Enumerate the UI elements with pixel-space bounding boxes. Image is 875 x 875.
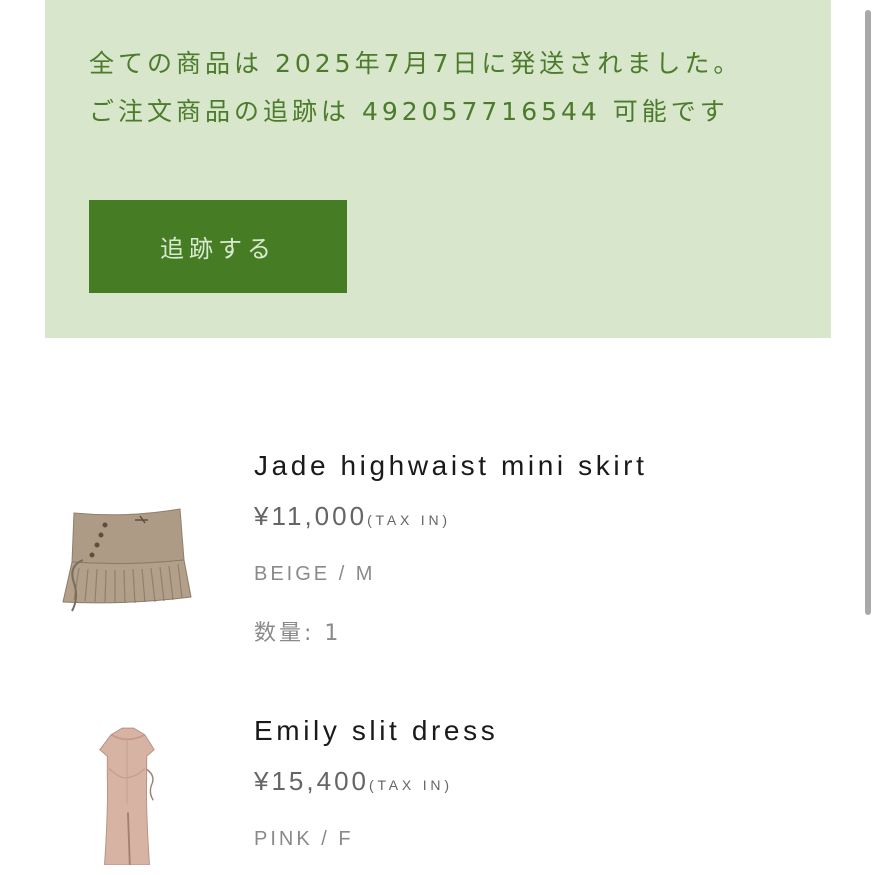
track-shipment-button[interactable]: 追跡する — [89, 200, 347, 293]
product-price: ¥11,000(TAX IN) — [254, 501, 451, 532]
product-variant: PINK / F — [254, 828, 354, 850]
shipping-notice: 全ての商品は 2025年7月7日に発送されました。 ご注文商品の追跡は 4920… — [45, 0, 831, 338]
price-amount: ¥11,000 — [254, 501, 368, 531]
shipping-notice-message: 全ての商品は 2025年7月7日に発送されました。 ご注文商品の追跡は 4920… — [89, 49, 743, 126]
pink-slit-dress-image — [99, 727, 155, 865]
beige-pleated-mini-skirt-image — [62, 508, 192, 612]
price-amount: ¥15,400 — [254, 766, 369, 796]
product-variant: BEIGE / M — [254, 563, 376, 585]
tax-included-label: (TAX IN) — [367, 512, 451, 528]
scrollbar[interactable] — [865, 10, 871, 615]
product-name[interactable]: Emily slit dress — [254, 715, 498, 747]
product-price: ¥15,400(TAX IN) — [254, 766, 453, 797]
tax-included-label: (TAX IN) — [368, 777, 453, 793]
product-name[interactable]: Jade highwaist mini skirt — [254, 450, 647, 482]
order-status-page: 全ての商品は 2025年7月7日に発送されました。 ご注文商品の追跡は 4920… — [0, 0, 875, 875]
product-quantity: 数量: 1 — [254, 621, 342, 646]
